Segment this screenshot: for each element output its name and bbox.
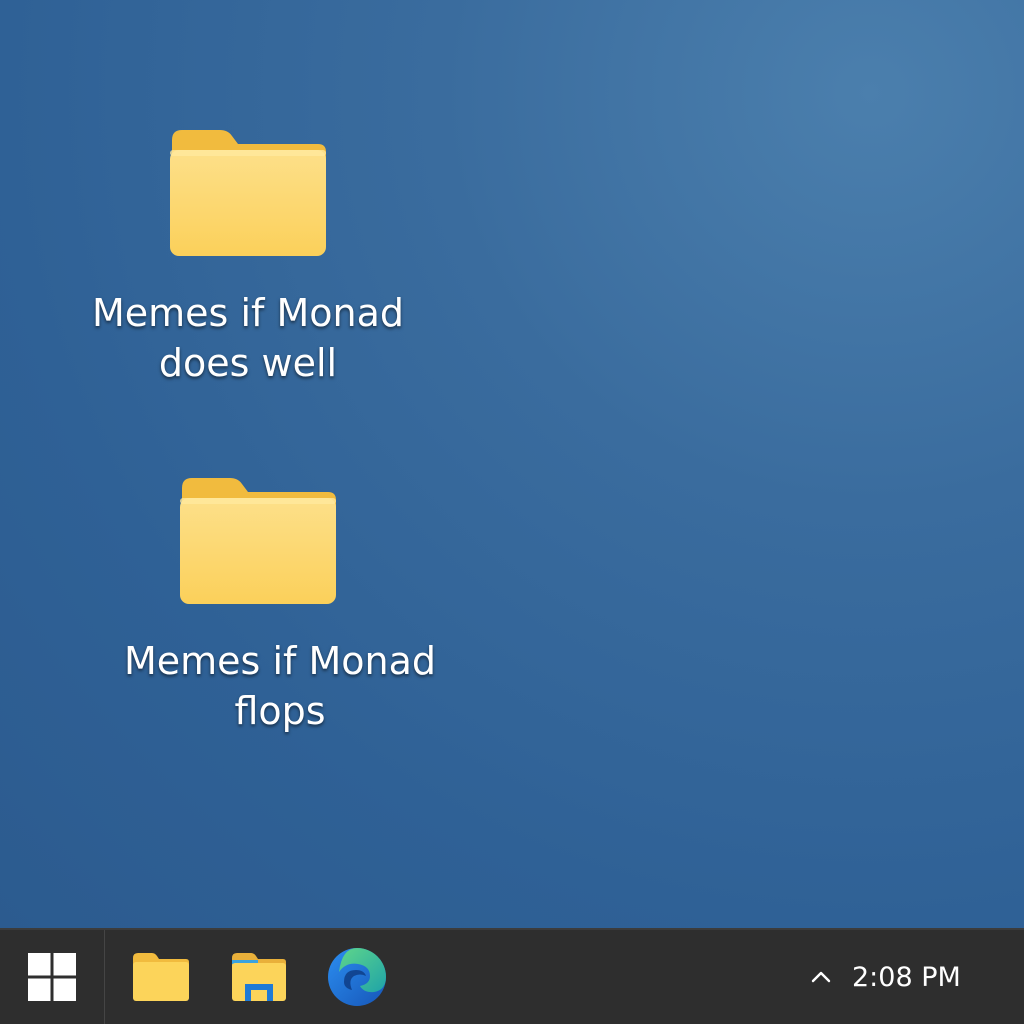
taskbar-file-explorer-button[interactable] <box>226 930 292 1024</box>
desktop-folder-memes-flops[interactable]: Memes if Monad flops <box>100 474 460 736</box>
folder-icon <box>180 478 336 604</box>
desktop-icon-label: Memes if Monad does well <box>92 291 404 385</box>
desktop-icon-label: Memes if Monad flops <box>124 639 436 733</box>
start-button[interactable] <box>0 930 105 1024</box>
chevron-up-icon <box>811 971 831 983</box>
windows-start-icon <box>28 953 76 1001</box>
desktop-folder-memes-does-well[interactable]: Memes if Monad does well <box>78 126 418 388</box>
taskbar: 2:08 PM <box>0 928 1024 1024</box>
tray-overflow-button[interactable] <box>806 930 836 1024</box>
edge-browser-icon <box>328 948 386 1006</box>
folder-icon <box>170 130 326 256</box>
folder-icon <box>133 953 189 1001</box>
taskbar-edge-button[interactable] <box>322 930 392 1024</box>
file-explorer-icon <box>232 953 286 1001</box>
taskbar-folder-button[interactable] <box>128 930 194 1024</box>
taskbar-clock[interactable]: 2:08 PM <box>852 930 961 1024</box>
desktop[interactable]: Memes if Monad does well Memes if Monad … <box>0 0 1024 928</box>
